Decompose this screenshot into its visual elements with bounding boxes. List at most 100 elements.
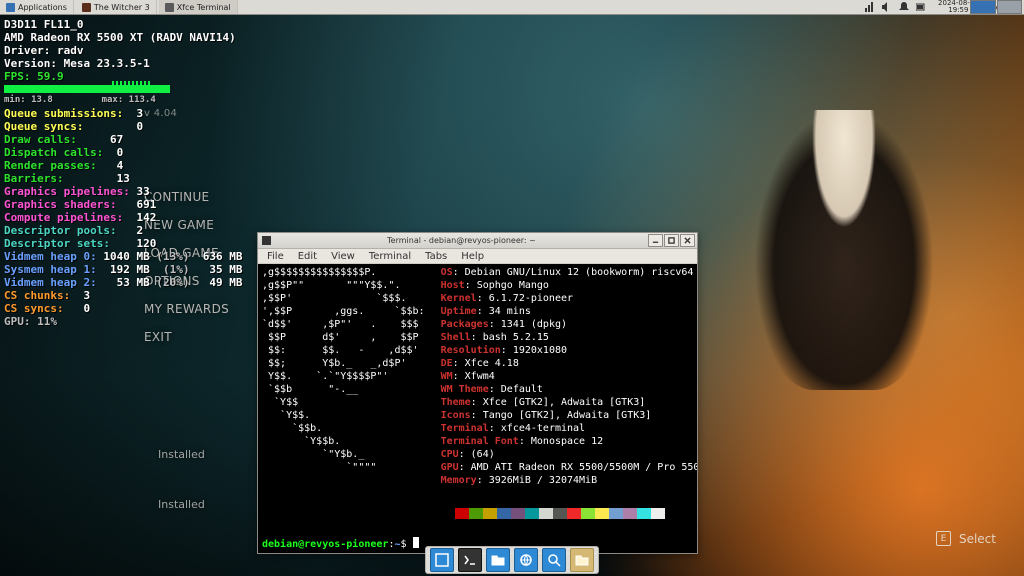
- hud-cpipe-v: 142: [136, 211, 156, 224]
- select-key: E: [936, 531, 951, 546]
- minimize-button[interactable]: [648, 234, 663, 247]
- menu-help[interactable]: Help: [454, 251, 491, 262]
- hud-gpuu-v: 11%: [37, 315, 57, 328]
- hud-draw-v: 67: [110, 133, 123, 146]
- dlc-installed-2: Installed: [158, 498, 205, 511]
- neofetch-row: Icons: Tango [GTK2], Adwaita [GTK3]: [441, 409, 697, 422]
- taskbar-terminal[interactable]: Xfce Terminal: [159, 0, 238, 14]
- terminal-titlebar[interactable]: Terminal - debian@revyos-pioneer: ~: [258, 233, 697, 249]
- hud-css-v: 0: [83, 302, 90, 315]
- applications-label: Applications: [18, 3, 67, 12]
- dock-web-browser[interactable]: [514, 548, 538, 572]
- neofetch-row: WM: Xfwm4: [441, 370, 697, 383]
- hud-barriers-k: Barriers:: [4, 172, 64, 185]
- menu-tabs[interactable]: Tabs: [418, 251, 454, 262]
- terminal-icon: [165, 3, 174, 12]
- hud-driver: Driver: radv: [4, 44, 242, 57]
- terminal-window: Terminal - debian@revyos-pioneer: ~ File…: [257, 232, 698, 554]
- neofetch-row: DE: Xfce 4.18: [441, 357, 697, 370]
- menu-file[interactable]: File: [260, 251, 291, 262]
- menu-terminal[interactable]: Terminal: [362, 251, 418, 262]
- performance-overlay: D3D11 FL11_0 AMD Radeon RX 5500 XT (RADV…: [4, 18, 242, 328]
- hud-vh0-b: 636 MB: [203, 250, 243, 263]
- dock-search[interactable]: [542, 548, 566, 572]
- hud-fps-value: 59.9: [37, 70, 64, 83]
- clock-time: 19:59: [948, 7, 968, 14]
- neofetch-row: Resolution: 1920x1080: [441, 344, 697, 357]
- neofetch-row: GPU: AMD ATI Radeon RX 5500/5500M / Pro …: [441, 461, 697, 474]
- neofetch-row: Memory: 3926MiB / 32074MiB: [441, 474, 697, 487]
- neofetch-row: Theme: Xfce [GTK2], Adwaita [GTK3]: [441, 396, 697, 409]
- hud-dset-v: 120: [136, 237, 156, 250]
- hud-vh0-p: (13%): [156, 250, 189, 263]
- hud-css-k: CS syncs:: [4, 302, 64, 315]
- close-button[interactable]: [680, 234, 695, 247]
- hud-gshad-v: 691: [136, 198, 156, 211]
- terminal-body[interactable]: ,g$$$$$$$$$$$$$$$P. ,g$$P"" """Y$$.". ,$…: [258, 264, 697, 553]
- neofetch-row: Kernel: 6.1.72-pioneer: [441, 292, 697, 305]
- workspace-2[interactable]: [997, 0, 1023, 14]
- menu-edit[interactable]: Edit: [291, 251, 324, 262]
- neofetch-row: Packages: 1341 (dpkg): [441, 318, 697, 331]
- hud-render-k: Render passes:: [4, 159, 97, 172]
- hud-gpu-name: AMD Radeon RX 5500 XT (RADV NAVI14): [4, 31, 242, 44]
- neofetch-info: OS: Debian GNU/Linux 12 (bookworm) riscv…: [441, 266, 697, 519]
- hud-vh1-a: 192 MB: [110, 263, 150, 276]
- network-icon[interactable]: [865, 2, 875, 12]
- notifications-icon[interactable]: [899, 2, 909, 12]
- workspace-1[interactable]: [970, 0, 996, 14]
- applications-menu-button[interactable]: Applications: [0, 0, 74, 14]
- neofetch-row: Terminal: xfce4-terminal: [441, 422, 697, 435]
- hud-dpool-v: 2: [136, 224, 143, 237]
- hud-dispatch-v: 0: [117, 146, 124, 159]
- hud-gpipe-k: Graphics pipelines:: [4, 185, 130, 198]
- hud-csc-v: 3: [83, 289, 90, 302]
- hud-queue-sub-v: 3: [136, 107, 143, 120]
- hud-gshad-k: Graphics shaders:: [4, 198, 117, 211]
- hud-vh2-b: 49 MB: [209, 276, 242, 289]
- hud-draw-k: Draw calls:: [4, 133, 77, 146]
- neofetch-ascii-logo: ,g$$$$$$$$$$$$$$$P. ,g$$P"" """Y$$.". ,$…: [262, 266, 425, 519]
- terminal-menubar: File Edit View Terminal Tabs Help: [258, 249, 697, 264]
- hud-queue-sync-v: 0: [136, 120, 143, 133]
- dock-file-manager[interactable]: [486, 548, 510, 572]
- hud-vh1-b: 35 MB: [209, 263, 242, 276]
- hud-api: D3D11 FL11_0: [4, 18, 242, 31]
- neofetch-row: Host: Sophgo Mango: [441, 279, 697, 292]
- neofetch-row: Shell: bash 5.2.15: [441, 331, 697, 344]
- neofetch-row: WM Theme: Default: [441, 383, 697, 396]
- witcher-icon: [82, 3, 91, 12]
- select-label: Select: [959, 532, 996, 546]
- volume-icon[interactable]: [882, 2, 892, 12]
- menu-view[interactable]: View: [324, 251, 362, 262]
- maximize-button[interactable]: [664, 234, 679, 247]
- neofetch-row: Terminal Font: Monospace 12: [441, 435, 697, 448]
- system-tray: [859, 2, 932, 12]
- terminal-prompt: debian@revyos-pioneer:~$: [262, 537, 419, 551]
- dock-show-desktop[interactable]: [430, 548, 454, 572]
- neofetch-row: CPU: (64): [441, 448, 697, 461]
- hud-max: max: 113.4: [102, 95, 156, 105]
- game-select-hint: E Select: [936, 531, 996, 546]
- xfce-icon: [6, 3, 15, 12]
- hud-vh1-p: (1%): [163, 263, 190, 276]
- hud-render-v: 4: [117, 159, 124, 172]
- hud-queue-sub-k: Queue submissions:: [4, 107, 123, 120]
- workspace-pager[interactable]: [970, 0, 1022, 14]
- hud-barriers-v: 13: [117, 172, 130, 185]
- taskbar-witcher-label: The Witcher 3: [94, 3, 150, 12]
- hud-fps-label: FPS:: [4, 70, 37, 83]
- dock-folder[interactable]: [570, 548, 594, 572]
- hud-vh2-k: Vidmem heap 2:: [4, 276, 97, 289]
- dock-terminal[interactable]: [458, 548, 482, 572]
- hud-min: min: 13.8: [4, 95, 53, 105]
- dlc-installed-1: Installed: [158, 448, 205, 461]
- hud-vh0-a: 1040 MB: [103, 250, 149, 263]
- hud-vh2-a: 53 MB: [117, 276, 150, 289]
- taskbar-witcher[interactable]: The Witcher 3: [76, 0, 157, 14]
- hud-csc-k: CS chunks:: [4, 289, 70, 302]
- hud-queue-sync-k: Queue syncs:: [4, 120, 83, 133]
- neofetch-row: Uptime: 34 mins: [441, 305, 697, 318]
- power-icon[interactable]: [916, 2, 926, 12]
- hud-gpipe-v: 33: [136, 185, 149, 198]
